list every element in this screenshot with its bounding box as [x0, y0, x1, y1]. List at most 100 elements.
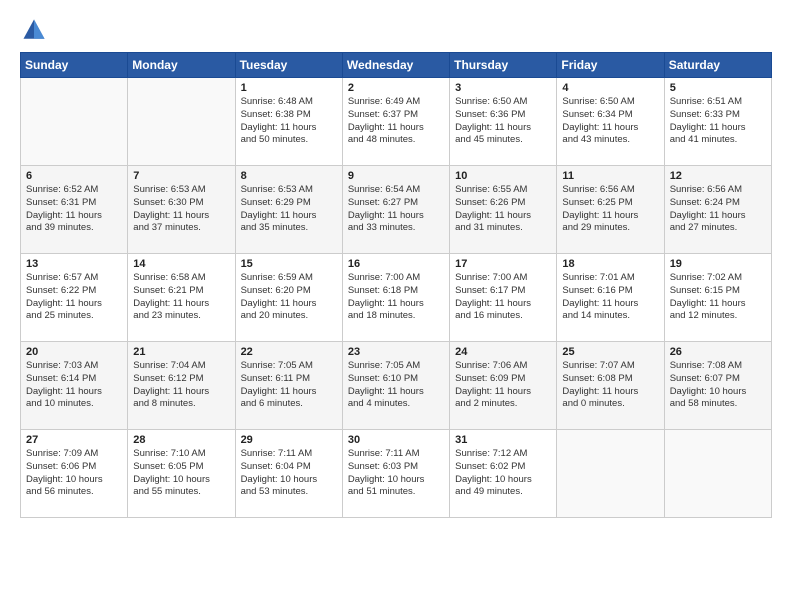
cell-content: Sunrise: 7:07 AMSunset: 6:08 PMDaylight:… — [562, 360, 658, 411]
calendar-cell: 2 Sunrise: 6:49 AMSunset: 6:37 PMDaylight… — [342, 78, 449, 166]
cell-content: Sunrise: 7:05 AMSunset: 6:10 PMDaylight:… — [348, 360, 444, 411]
day-of-week-header: Monday — [128, 53, 235, 78]
cell-content: Sunrise: 7:00 AMSunset: 6:18 PMDaylight:… — [348, 272, 444, 323]
cell-content: Sunrise: 6:53 AMSunset: 6:30 PMDaylight:… — [133, 184, 229, 235]
day-number: 6 — [26, 170, 122, 182]
cell-content: Sunrise: 7:00 AMSunset: 6:17 PMDaylight:… — [455, 272, 551, 323]
day-number: 31 — [455, 434, 551, 446]
calendar-cell: 18 Sunrise: 7:01 AMSunset: 6:16 PMDayligh… — [557, 254, 664, 342]
day-number: 25 — [562, 346, 658, 358]
cell-content: Sunrise: 7:11 AMSunset: 6:04 PMDaylight:… — [241, 448, 337, 499]
day-number: 21 — [133, 346, 229, 358]
cell-content: Sunrise: 6:55 AMSunset: 6:26 PMDaylight:… — [455, 184, 551, 235]
cell-content: Sunrise: 7:06 AMSunset: 6:09 PMDaylight:… — [455, 360, 551, 411]
day-of-week-header: Saturday — [664, 53, 771, 78]
calendar-cell: 7 Sunrise: 6:53 AMSunset: 6:30 PMDaylight… — [128, 166, 235, 254]
calendar-cell: 21 Sunrise: 7:04 AMSunset: 6:12 PMDayligh… — [128, 342, 235, 430]
day-number: 22 — [241, 346, 337, 358]
day-number: 29 — [241, 434, 337, 446]
day-of-week-header: Tuesday — [235, 53, 342, 78]
calendar-cell: 25 Sunrise: 7:07 AMSunset: 6:08 PMDayligh… — [557, 342, 664, 430]
day-number: 17 — [455, 258, 551, 270]
calendar-week-row: 27Sunrise: 7:09 AMSunset: 6:06 PMDayligh… — [21, 430, 772, 518]
calendar-cell: 16Sunrise: 7:00 AMSunset: 6:18 PMDayligh… — [342, 254, 449, 342]
calendar-cell: 26Sunrise: 7:08 AMSunset: 6:07 PMDayligh… — [664, 342, 771, 430]
day-of-week-header: Friday — [557, 53, 664, 78]
day-number: 20 — [26, 346, 122, 358]
cell-content: Sunrise: 7:08 AMSunset: 6:07 PMDaylight:… — [670, 360, 766, 411]
cell-content: Sunrise: 6:50 AMSunset: 6:34 PMDaylight:… — [562, 96, 658, 147]
day-number: 4 — [562, 82, 658, 94]
calendar-cell: 24 Sunrise: 7:06 AMSunset: 6:09 PMDayligh… — [450, 342, 557, 430]
calendar-cell: 9Sunrise: 6:54 AMSunset: 6:27 PMDaylight… — [342, 166, 449, 254]
calendar-cell: 23 Sunrise: 7:05 AMSunset: 6:10 PMDayligh… — [342, 342, 449, 430]
calendar-week-row: 13 Sunrise: 6:57 AMSunset: 6:22 PMDayligh… — [21, 254, 772, 342]
day-number: 8 — [241, 170, 337, 182]
cell-content: Sunrise: 6:50 AMSunset: 6:36 PMDaylight:… — [455, 96, 551, 147]
day-number: 27 — [26, 434, 122, 446]
calendar-cell: 13 Sunrise: 6:57 AMSunset: 6:22 PMDayligh… — [21, 254, 128, 342]
calendar-week-row: 1 Sunrise: 6:48 AMSunset: 6:38 PMDaylight… — [21, 78, 772, 166]
cell-content: Sunrise: 7:01 AMSunset: 6:16 PMDaylight:… — [562, 272, 658, 323]
calendar-cell: 27Sunrise: 7:09 AMSunset: 6:06 PMDayligh… — [21, 430, 128, 518]
calendar-cell: 29 Sunrise: 7:11 AMSunset: 6:04 PMDayligh… — [235, 430, 342, 518]
calendar-cell — [557, 430, 664, 518]
calendar-week-row: 20 Sunrise: 7:03 AMSunset: 6:14 PMDayligh… — [21, 342, 772, 430]
cell-content: Sunrise: 6:53 AMSunset: 6:29 PMDaylight:… — [241, 184, 337, 235]
calendar-cell: 19Sunrise: 7:02 AMSunset: 6:15 PMDayligh… — [664, 254, 771, 342]
calendar-cell — [21, 78, 128, 166]
day-number: 19 — [670, 258, 766, 270]
day-number: 13 — [26, 258, 122, 270]
cell-content: Sunrise: 7:11 AMSunset: 6:03 PMDaylight:… — [348, 448, 444, 499]
calendar-cell: 5Sunrise: 6:51 AMSunset: 6:33 PMDaylight… — [664, 78, 771, 166]
cell-content: Sunrise: 6:56 AMSunset: 6:25 PMDaylight:… — [562, 184, 658, 235]
cell-content: Sunrise: 7:04 AMSunset: 6:12 PMDaylight:… — [133, 360, 229, 411]
calendar-cell: 8 Sunrise: 6:53 AMSunset: 6:29 PMDaylight… — [235, 166, 342, 254]
logo-icon — [20, 16, 48, 44]
day-of-week-header: Thursday — [450, 53, 557, 78]
cell-content: Sunrise: 7:10 AMSunset: 6:05 PMDaylight:… — [133, 448, 229, 499]
page: SundayMondayTuesdayWednesdayThursdayFrid… — [0, 0, 792, 528]
day-number: 30 — [348, 434, 444, 446]
day-number: 1 — [241, 82, 337, 94]
calendar-cell: 22 Sunrise: 7:05 AMSunset: 6:11 PMDayligh… — [235, 342, 342, 430]
day-number: 15 — [241, 258, 337, 270]
day-number: 24 — [455, 346, 551, 358]
cell-content: Sunrise: 7:03 AMSunset: 6:14 PMDaylight:… — [26, 360, 122, 411]
day-number: 2 — [348, 82, 444, 94]
cell-content: Sunrise: 6:56 AMSunset: 6:24 PMDaylight:… — [670, 184, 766, 235]
calendar-cell: 6Sunrise: 6:52 AMSunset: 6:31 PMDaylight… — [21, 166, 128, 254]
day-of-week-header: Wednesday — [342, 53, 449, 78]
day-number: 3 — [455, 82, 551, 94]
day-number: 12 — [670, 170, 766, 182]
cell-content: Sunrise: 6:58 AMSunset: 6:21 PMDaylight:… — [133, 272, 229, 323]
calendar-cell: 30 Sunrise: 7:11 AMSunset: 6:03 PMDayligh… — [342, 430, 449, 518]
calendar-cell: 1 Sunrise: 6:48 AMSunset: 6:38 PMDaylight… — [235, 78, 342, 166]
calendar-cell: 28 Sunrise: 7:10 AMSunset: 6:05 PMDayligh… — [128, 430, 235, 518]
day-number: 11 — [562, 170, 658, 182]
calendar-cell: 4 Sunrise: 6:50 AMSunset: 6:34 PMDaylight… — [557, 78, 664, 166]
calendar-header-row: SundayMondayTuesdayWednesdayThursdayFrid… — [21, 53, 772, 78]
calendar-cell: 3 Sunrise: 6:50 AMSunset: 6:36 PMDaylight… — [450, 78, 557, 166]
day-number: 7 — [133, 170, 229, 182]
day-number: 18 — [562, 258, 658, 270]
day-number: 23 — [348, 346, 444, 358]
cell-content: Sunrise: 6:59 AMSunset: 6:20 PMDaylight:… — [241, 272, 337, 323]
calendar-cell — [128, 78, 235, 166]
calendar-cell: 20 Sunrise: 7:03 AMSunset: 6:14 PMDayligh… — [21, 342, 128, 430]
cell-content: Sunrise: 6:57 AMSunset: 6:22 PMDaylight:… — [26, 272, 122, 323]
day-number: 10 — [455, 170, 551, 182]
cell-content: Sunrise: 6:49 AMSunset: 6:37 PMDaylight:… — [348, 96, 444, 147]
day-number: 28 — [133, 434, 229, 446]
calendar-cell: 11 Sunrise: 6:56 AMSunset: 6:25 PMDayligh… — [557, 166, 664, 254]
day-number: 14 — [133, 258, 229, 270]
calendar-week-row: 6Sunrise: 6:52 AMSunset: 6:31 PMDaylight… — [21, 166, 772, 254]
cell-content: Sunrise: 7:05 AMSunset: 6:11 PMDaylight:… — [241, 360, 337, 411]
calendar-cell: 17 Sunrise: 7:00 AMSunset: 6:17 PMDayligh… — [450, 254, 557, 342]
calendar-cell — [664, 430, 771, 518]
day-number: 5 — [670, 82, 766, 94]
cell-content: Sunrise: 6:48 AMSunset: 6:38 PMDaylight:… — [241, 96, 337, 147]
calendar-cell: 12 Sunrise: 6:56 AMSunset: 6:24 PMDayligh… — [664, 166, 771, 254]
calendar-cell: 14 Sunrise: 6:58 AMSunset: 6:21 PMDayligh… — [128, 254, 235, 342]
header — [20, 16, 772, 44]
